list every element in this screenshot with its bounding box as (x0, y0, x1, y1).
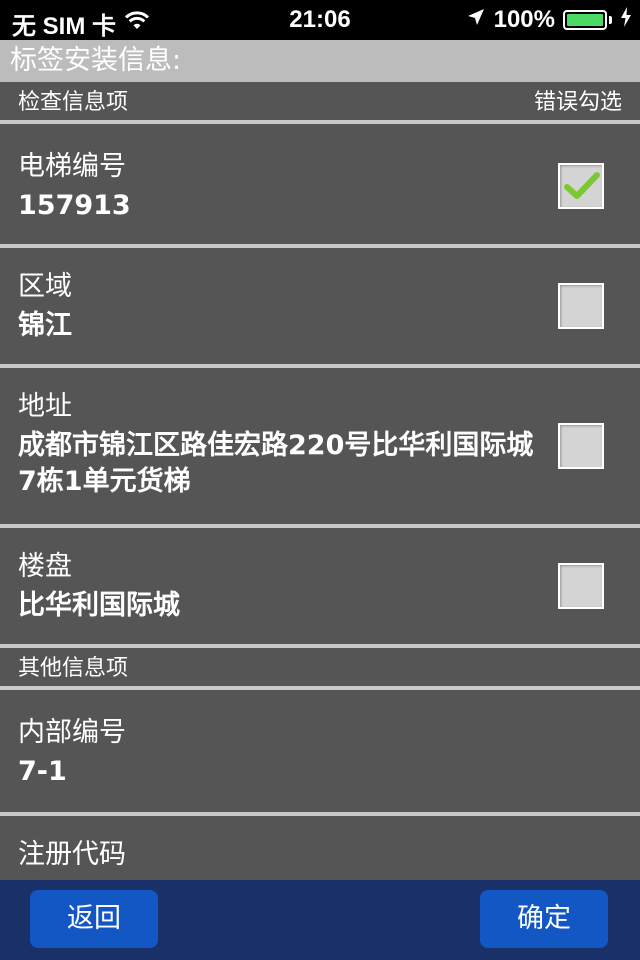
battery-cap (609, 16, 612, 24)
other-header-label: 其他信息项 (18, 656, 129, 681)
row-label: 地址 (18, 391, 72, 422)
battery-percent: 100% (493, 6, 555, 33)
row-label: 电梯编号 (18, 151, 126, 182)
row-value: 7-1 (18, 756, 67, 787)
row-value: 157913 (18, 190, 131, 221)
error-check-header-label: 错误勾选 (533, 90, 622, 115)
status-bar: 无 SIM 卡 21:06 100% (0, 0, 640, 40)
row-label: 楼盘 (18, 551, 72, 582)
inspection-header-label: 检查信息项 (18, 90, 129, 115)
row-label: 区域 (18, 271, 72, 302)
error-checkbox-elevator-number[interactable] (558, 163, 604, 209)
inspection-row-address: 地址 成都市锦江区路佳宏路220号比华利国际城7栋1单元货梯 (0, 368, 640, 528)
row-label: 注册代码 (18, 839, 126, 870)
error-checkbox-region[interactable] (558, 283, 604, 329)
battery-fill (567, 14, 603, 26)
row-value: 比华利国际城 (18, 590, 180, 621)
page-title: 标签安装信息: (0, 40, 640, 82)
charging-bolt-icon (620, 6, 632, 34)
battery-icon (563, 10, 607, 30)
inspection-row-region: 区域 锦江 (0, 248, 640, 368)
error-checkbox-property[interactable] (558, 563, 604, 609)
inspection-row-property: 楼盘 比华利国际城 (0, 528, 640, 648)
inspection-row-elevator-number: 电梯编号 157913 (0, 128, 640, 248)
row-label: 内部编号 (18, 717, 126, 748)
other-row-internal-number: 内部编号 7-1 (0, 694, 640, 816)
inspection-section-header: 检查信息项 错误勾选 (0, 82, 640, 124)
error-checkbox-address[interactable] (558, 423, 604, 469)
status-right: 100% (466, 6, 632, 34)
confirm-button[interactable]: 确定 (480, 890, 608, 948)
back-button[interactable]: 返回 (30, 890, 158, 948)
row-value: 成都市锦江区路佳宏路220号比华利国际城7栋1单元货梯 (18, 430, 534, 497)
bottom-toolbar: 返回 确定 (0, 880, 640, 960)
row-value: 锦江 (18, 310, 72, 341)
other-section-header: 其他信息项 (0, 648, 640, 690)
location-arrow-icon (466, 6, 486, 34)
